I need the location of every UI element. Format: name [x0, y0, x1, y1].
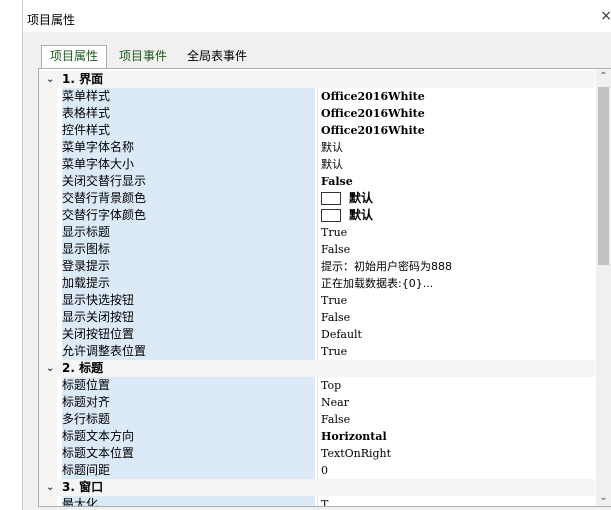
property-value[interactable]: Office2016White [321, 88, 591, 105]
property-value[interactable]: Top [321, 377, 591, 394]
property-row-show-icon[interactable]: 显示图标 False [39, 241, 595, 258]
property-name: 显示关闭按钮 [62, 309, 315, 326]
property-value[interactable]: False [321, 309, 591, 326]
category-row-ui[interactable]: ⌄ 1. 界面 [39, 71, 595, 88]
tab-global-table-events[interactable]: 全局表事件 [179, 46, 255, 67]
arrow-down-icon[interactable]: ⌄ [596, 490, 611, 506]
property-value[interactable]: 正在加载数据表:{0}... [321, 275, 591, 292]
category-label: 2. 标题 [62, 361, 104, 375]
property-name: 显示标题 [62, 224, 315, 241]
property-row-menu-font-size[interactable]: 菜单字体大小 默认 [39, 156, 595, 173]
property-row-close-button-position[interactable]: 关闭按钮位置 Default [39, 326, 595, 343]
property-value[interactable]: Near [321, 394, 591, 411]
property-value[interactable]: Office2016White [321, 105, 591, 122]
property-rows: ⌄ 1. 界面 菜单样式 Office2016White 表格样式 Office… [39, 71, 595, 506]
property-row-title-text-position[interactable]: 标题文本位置 TextOnRight [39, 445, 595, 462]
close-icon[interactable]: × [600, 8, 611, 24]
property-name: 显示图标 [62, 241, 315, 258]
color-swatch [321, 208, 341, 222]
property-name: 菜单样式 [62, 88, 315, 105]
project-properties-window: 项目属性 × 项目属性 项目事件 全局表事件 ⌄ 1. 界面 菜单样式 Offi… [22, 0, 611, 510]
property-row-title-text-direction[interactable]: 标题文本方向 Horizontal [39, 428, 595, 445]
property-value[interactable]: Horizontal [321, 428, 591, 445]
property-value[interactable]: True [321, 224, 591, 241]
scrollbar-thumb[interactable] [598, 87, 609, 265]
color-swatch [321, 191, 341, 205]
tab-project-events[interactable]: 项目事件 [111, 46, 175, 67]
property-value[interactable]: True [321, 292, 591, 309]
property-row-multi-title[interactable]: 多行标题 False [39, 411, 595, 428]
property-row-menu-style[interactable]: 菜单样式 Office2016White [39, 88, 595, 105]
property-row-show-title[interactable]: 显示标题 True [39, 224, 595, 241]
property-value[interactable]: True [321, 343, 591, 360]
category-label: 3. 窗口 [62, 480, 104, 494]
category-row-window[interactable]: ⌄ 3. 窗口 [39, 479, 595, 496]
property-row-load-hint[interactable]: 加载提示 正在加载数据表:{0}... [39, 275, 595, 292]
property-row-show-close-button[interactable]: 显示关闭按钮 False [39, 309, 595, 326]
property-row-alt-row-font[interactable]: 交替行字体颜色 默认 [39, 207, 595, 224]
property-value[interactable]: False [321, 411, 591, 428]
property-name: 登录提示 [62, 258, 315, 275]
property-name: 标题对齐 [62, 394, 315, 411]
property-name: 菜单字体名称 [62, 139, 315, 156]
background-strip [0, 0, 22, 510]
property-name: 菜单字体大小 [62, 156, 315, 173]
property-name: 加载提示 [62, 275, 315, 292]
property-row-login-hint[interactable]: 登录提示 提示：初始用户密码为888 [39, 258, 595, 275]
property-value[interactable]: Office2016White [321, 122, 591, 139]
arrow-up-icon[interactable]: ⌃ [596, 69, 611, 85]
property-value[interactable]: 默认 [321, 190, 591, 207]
property-row-title-position[interactable]: 标题位置 Top [39, 377, 595, 394]
property-value[interactable]: False [321, 241, 591, 258]
vertical-scrollbar[interactable]: ⌃ ⌄ [596, 69, 611, 506]
property-value[interactable]: TextOnRight [321, 445, 591, 462]
property-name: 交替行字体颜色 [62, 207, 315, 224]
property-name: 标题文本方向 [62, 428, 315, 445]
property-name: 表格样式 [62, 105, 315, 122]
property-grid: ⌄ 1. 界面 菜单样式 Office2016White 表格样式 Office… [38, 68, 611, 507]
property-name: 交替行背景颜色 [62, 190, 315, 207]
property-row-alt-row-bg[interactable]: 交替行背景颜色 默认 [39, 190, 595, 207]
property-name: 关闭按钮位置 [62, 326, 315, 343]
property-value[interactable]: 提示：初始用户密码为888 [321, 258, 591, 275]
property-row-title-align[interactable]: 标题对齐 Near [39, 394, 595, 411]
property-row-table-style[interactable]: 表格样式 Office2016White [39, 105, 595, 122]
property-name: 允许调整表位置 [62, 343, 315, 360]
category-row-title[interactable]: ⌄ 2. 标题 [39, 360, 595, 377]
title-bar: 项目属性 × [23, 0, 611, 32]
property-row-allow-adjust-table[interactable]: 允许调整表位置 True [39, 343, 595, 360]
property-name: 标题间距 [62, 462, 315, 479]
property-value[interactable]: False [321, 173, 591, 190]
property-value[interactable]: 默认 [321, 139, 591, 156]
property-name: 显示快选按钮 [62, 292, 315, 309]
property-row-title-spacing[interactable]: 标题间距 0 [39, 462, 595, 479]
property-name: 标题文本位置 [62, 445, 315, 462]
divider [38, 506, 611, 507]
property-row-menu-font-name[interactable]: 菜单字体名称 默认 [39, 139, 595, 156]
property-value[interactable]: 默认 [321, 156, 591, 173]
property-row-show-quick-button[interactable]: 显示快选按钮 True [39, 292, 595, 309]
property-row-control-style[interactable]: 控件样式 Office2016White [39, 122, 595, 139]
property-name: 关闭交替行显示 [62, 173, 315, 190]
property-name: 标题位置 [62, 377, 315, 394]
property-row-close-alt-rows[interactable]: 关闭交替行显示 False [39, 173, 595, 190]
chevron-down-icon[interactable]: ⌄ [46, 479, 58, 496]
chevron-down-icon[interactable]: ⌄ [46, 360, 58, 377]
tab-project-properties[interactable]: 项目属性 [41, 45, 108, 69]
chevron-down-icon[interactable]: ⌄ [46, 71, 58, 88]
property-name: 控件样式 [62, 122, 315, 139]
property-value[interactable]: 0 [321, 462, 591, 479]
window-title: 项目属性 [27, 13, 76, 27]
property-value[interactable]: 默认 [321, 207, 591, 224]
property-value[interactable]: Default [321, 326, 591, 343]
property-name: 多行标题 [62, 411, 315, 428]
category-label: 1. 界面 [62, 72, 104, 86]
